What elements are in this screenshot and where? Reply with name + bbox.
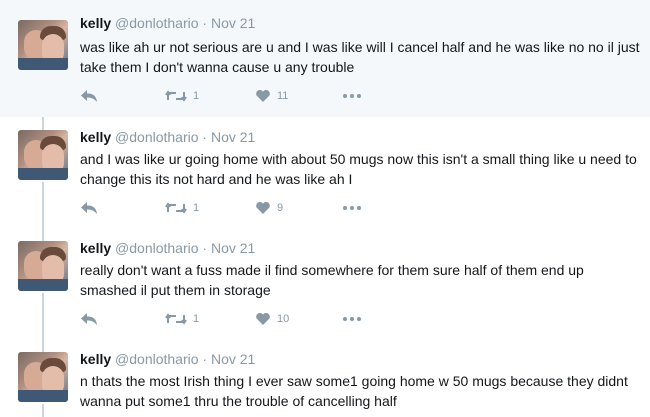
avatar[interactable] (18, 20, 68, 70)
like-count: 9 (277, 202, 284, 214)
more-dots-icon[interactable] (343, 94, 361, 98)
tweet[interactable]: kelly @donlothario · Nov 21 n thats the … (0, 340, 650, 417)
separator-dot: · (202, 240, 208, 256)
reply-arrow-icon (81, 202, 97, 214)
separator-dot: · (202, 15, 208, 31)
timestamp[interactable]: Nov 21 (211, 351, 255, 367)
tweet-actions: 1 9 (80, 198, 380, 218)
reply-arrow-icon (81, 90, 97, 102)
user-handle[interactable]: @donlothario (115, 240, 199, 256)
tweet-actions: 1 10 (80, 309, 380, 329)
tweet-header: kelly @donlothario · Nov 21 (80, 129, 255, 145)
heart-icon (256, 312, 270, 325)
user-name[interactable]: kelly (80, 240, 111, 256)
retweet-button[interactable]: 1 (165, 309, 199, 329)
tweet-header: kelly @donlothario · Nov 21 (80, 351, 255, 367)
retweet-icon (165, 90, 187, 102)
retweet-icon (165, 202, 187, 214)
heart-icon (256, 201, 270, 214)
heart-icon (256, 89, 270, 102)
like-button[interactable]: 10 (255, 309, 289, 329)
reply-button[interactable] (80, 86, 98, 106)
tweet-text: n thats the most Irish thing I ever saw … (80, 373, 628, 409)
user-name[interactable]: kelly (80, 351, 111, 367)
avatar[interactable] (18, 352, 68, 402)
tweet-header: kelly @donlothario · Nov 21 (80, 15, 255, 31)
like-count: 11 (277, 90, 289, 102)
timestamp[interactable]: Nov 21 (211, 129, 255, 145)
like-count: 10 (277, 313, 290, 325)
avatar[interactable] (18, 130, 68, 180)
retweet-count: 1 (193, 90, 200, 102)
tweet[interactable]: kelly @donlothario · Nov 21 really don't… (0, 229, 650, 339)
user-name[interactable]: kelly (80, 129, 111, 145)
retweet-count: 1 (193, 313, 200, 325)
tweet[interactable]: kelly @donlothario · Nov 21 and I was li… (0, 118, 650, 228)
avatar[interactable] (18, 241, 68, 291)
tweet-header: kelly @donlothario · Nov 21 (80, 240, 255, 256)
reply-button[interactable] (80, 198, 98, 218)
retweet-icon (165, 313, 187, 325)
tweet-text: and I was like ur going home with about … (80, 151, 637, 187)
tweet-text: was like ah ur not serious are u and I w… (80, 39, 640, 75)
retweet-button[interactable]: 1 (165, 86, 199, 106)
like-button[interactable]: 9 (255, 198, 283, 218)
tweet-actions: 1 11 (80, 86, 380, 106)
separator-dot: · (202, 129, 208, 145)
user-handle[interactable]: @donlothario (115, 129, 199, 145)
more-dots-icon[interactable] (343, 317, 361, 321)
reply-arrow-icon (81, 313, 97, 325)
like-button[interactable]: 11 (255, 86, 288, 106)
more-dots-icon[interactable] (343, 206, 361, 210)
user-handle[interactable]: @donlothario (115, 351, 199, 367)
reply-button[interactable] (80, 309, 98, 329)
user-handle[interactable]: @donlothario (115, 15, 199, 31)
retweet-button[interactable]: 1 (165, 198, 199, 218)
tweet-text: really don't want a fuss made il find so… (80, 262, 584, 298)
separator-dot: · (202, 351, 208, 367)
retweet-count: 1 (193, 202, 200, 214)
user-name[interactable]: kelly (80, 15, 111, 31)
timestamp[interactable]: Nov 21 (211, 240, 255, 256)
tweet[interactable]: kelly @donlothario · Nov 21 was like ah … (0, 0, 650, 117)
timestamp[interactable]: Nov 21 (211, 15, 255, 31)
